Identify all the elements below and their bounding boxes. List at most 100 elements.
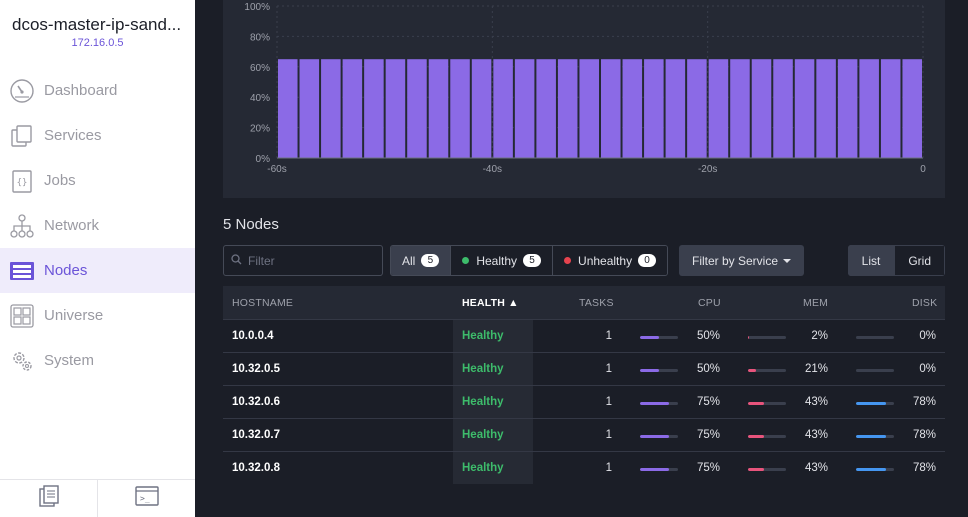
cpu-bar	[640, 369, 678, 372]
chart-bar	[601, 59, 621, 159]
col-mem[interactable]: MEM	[803, 297, 828, 309]
col-health[interactable]: HEALTH ▲	[462, 297, 519, 309]
row-cpu: 50%	[696, 330, 720, 342]
view-list-button[interactable]: List	[847, 245, 895, 276]
col-hostname[interactable]: HOSTNAME	[232, 297, 293, 309]
col-disk[interactable]: DISK	[912, 297, 937, 309]
row-health: Healthy	[462, 363, 504, 375]
filter-unhealthy-button[interactable]: Unhealthy 0	[553, 246, 668, 275]
row-mem: 43%	[804, 396, 828, 408]
row-tasks: 1	[605, 396, 612, 408]
mem-bar-fill	[748, 369, 756, 372]
row-disk: 78%	[912, 462, 936, 474]
main-content: 0% 20% 40% 60% 80% 100% -60s -40s -20s 0 5 Nodes …	[195, 0, 968, 517]
filter-box	[223, 245, 383, 276]
chart-bar	[816, 59, 836, 159]
row-mem: 2%	[811, 330, 828, 342]
nodes-toolbar: All 5 Healthy 5 Unhealthy 0 Filter by Se…	[223, 245, 945, 277]
filter-healthy-button[interactable]: Healthy 5	[451, 246, 554, 275]
filter-by-service-label: Filter by Service	[692, 253, 779, 268]
mem-bar-fill	[748, 468, 765, 471]
chart-bar	[471, 59, 492, 159]
row-health: Healthy	[462, 429, 504, 441]
x-tick-label: -60s	[267, 164, 286, 175]
healthy-dot-icon	[462, 257, 470, 264]
chart-bar	[536, 59, 556, 159]
sidebar-item-label: Universe	[44, 307, 104, 324]
y-tick-label: 80%	[250, 32, 270, 43]
nodes-table: HOSTNAME HEALTH ▲ TASKS CPU MEM DISK 10.…	[223, 286, 945, 484]
chart-bar	[644, 59, 664, 159]
network-icon	[9, 213, 35, 239]
row-tasks: 1	[605, 429, 612, 441]
nodes-icon	[9, 258, 35, 284]
filter-healthy-count: 5	[523, 254, 542, 267]
cluster-name[interactable]: dcos-master-ip-sand...	[12, 15, 181, 35]
sidebar-item-dashboard[interactable]: Dashboard	[0, 68, 195, 113]
chart-bar	[687, 59, 707, 159]
row-hostname[interactable]: 10.32.0.5	[232, 363, 280, 375]
cpu-bar-fill	[640, 402, 669, 405]
documentation-button[interactable]	[0, 480, 98, 517]
sidebar-item-services[interactable]: Services	[0, 113, 195, 158]
row-health: Healthy	[462, 330, 504, 342]
mem-bar	[748, 435, 786, 438]
cli-button[interactable]: >_	[98, 480, 195, 517]
row-hostname[interactable]: 10.0.0.4	[232, 330, 274, 342]
chart-bar	[428, 59, 449, 159]
mem-bar	[748, 369, 786, 372]
cpu-bar-fill	[640, 468, 669, 471]
table-row[interactable]: 10.32.0.7 Healthy 1 75% 43% 78%	[223, 418, 945, 451]
table-row[interactable]: 10.0.0.4 Healthy 1 50% 2% 0%	[223, 319, 945, 352]
filter-input[interactable]	[248, 253, 378, 268]
sidebar-item-label: Services	[44, 127, 102, 144]
sidebar-item-label: Dashboard	[44, 82, 118, 99]
y-tick-label: 20%	[250, 124, 270, 135]
table-row[interactable]: 10.32.0.8 Healthy 1 75% 43% 78%	[223, 451, 945, 484]
filter-all-button[interactable]: All 5	[391, 246, 452, 275]
chart-svg: 0%20%40%60%80%100%-60s -40s -20s 0	[244, 2, 926, 175]
sidebar-item-jobs[interactable]: {} Jobs	[0, 158, 195, 203]
cpu-bar-fill	[640, 435, 669, 438]
caret-down-icon	[783, 258, 792, 263]
chart-bar	[837, 59, 858, 159]
disk-bar-fill	[856, 402, 886, 405]
chart-bar	[794, 59, 815, 159]
mem-bar-fill	[748, 402, 765, 405]
chart-bar	[859, 59, 879, 159]
chart-bar	[364, 59, 384, 159]
table-header: HOSTNAME HEALTH ▲ TASKS CPU MEM DISK	[223, 286, 945, 319]
nodes-usage-chart: 0% 20% 40% 60% 80% 100% -60s -40s -20s 0	[223, 0, 945, 198]
table-row[interactable]: 10.32.0.5 Healthy 1 50% 21% 0%	[223, 352, 945, 385]
view-grid-button[interactable]: Grid	[894, 245, 945, 276]
row-hostname[interactable]: 10.32.0.7	[232, 429, 280, 441]
row-disk: 0%	[919, 330, 936, 342]
col-tasks[interactable]: TASKS	[579, 297, 614, 309]
cpu-bar	[640, 336, 678, 339]
row-hostname[interactable]: 10.32.0.6	[232, 396, 280, 408]
filter-by-service-dropdown[interactable]: Filter by Service	[679, 245, 805, 276]
sidebar-nav: Dashboard Services {} Jobs Network Nodes	[0, 68, 195, 383]
mem-bar	[748, 468, 786, 471]
mem-bar-fill	[748, 435, 765, 438]
row-hostname[interactable]: 10.32.0.8	[232, 462, 280, 474]
col-cpu[interactable]: CPU	[698, 297, 721, 309]
sidebar-item-nodes[interactable]: Nodes	[0, 248, 195, 293]
sidebar-item-network[interactable]: Network	[0, 203, 195, 248]
chart-bar	[730, 59, 750, 159]
universe-icon	[9, 303, 35, 329]
disk-bar	[856, 468, 894, 471]
y-tick-label: 40%	[250, 93, 270, 104]
cpu-bar	[640, 435, 678, 438]
row-health: Healthy	[462, 396, 504, 408]
chart-bar	[299, 59, 320, 159]
table-row[interactable]: 10.32.0.6 Healthy 1 75% 43% 78%	[223, 385, 945, 418]
disk-bar	[856, 435, 894, 438]
chart-bar	[450, 59, 470, 159]
disk-bar	[856, 336, 894, 339]
sidebar-item-system[interactable]: System	[0, 338, 195, 383]
disk-bar	[856, 369, 894, 372]
x-tick-label: -20s	[698, 164, 717, 175]
disk-bar-fill	[856, 435, 886, 438]
sidebar-item-universe[interactable]: Universe	[0, 293, 195, 338]
